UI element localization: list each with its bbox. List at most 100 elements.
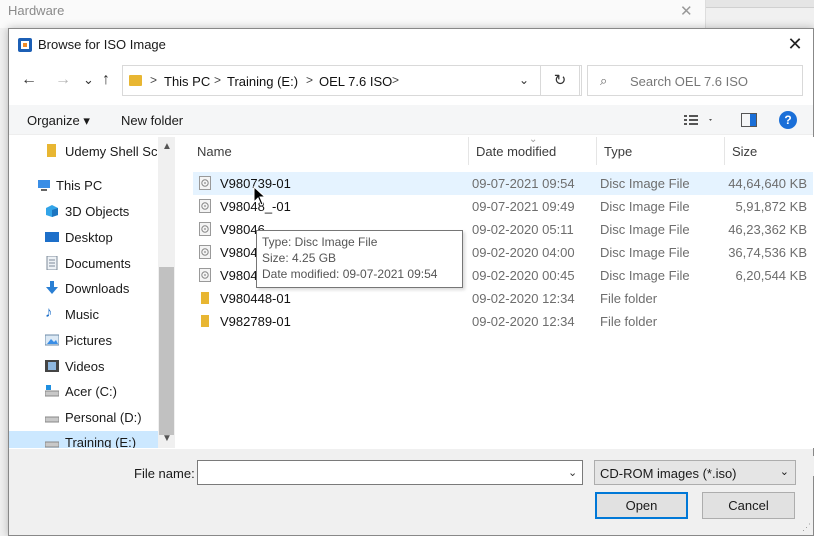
open-button[interactable]: Open	[595, 492, 688, 519]
breadcrumb-separator: >	[392, 73, 400, 87]
file-row[interactable]: V982789-01 09-02-2020 12:34 File folder	[193, 310, 813, 333]
recent-locations-icon[interactable]: ⌄	[83, 72, 94, 88]
preview-pane-icon[interactable]	[741, 113, 757, 127]
file-date: 09-02-2020 12:34	[472, 314, 575, 329]
chevron-down-icon[interactable]: ⌄	[568, 466, 577, 479]
pictures-icon	[45, 334, 59, 346]
sidebar-item-personal-d[interactable]: Personal (D:)	[9, 406, 159, 430]
file-type: File folder	[600, 314, 658, 329]
column-header-name[interactable]: Name	[189, 137, 469, 165]
command-bar: Organize ▾ New folder ?	[9, 105, 813, 135]
background-close-icon[interactable]: ✕	[680, 2, 693, 20]
resize-grip-icon[interactable]: ⋰	[802, 522, 811, 533]
file-name: V980448-01	[220, 291, 291, 306]
scroll-down-icon[interactable]: ▼	[162, 433, 172, 444]
sidebar-item-this-pc[interactable]: This PC	[9, 174, 159, 198]
file-row[interactable]: V980448-01 09-02-2020 12:34 File folder	[193, 287, 813, 310]
sort-chevron-icon: ⌄	[529, 134, 538, 145]
documents-icon	[46, 256, 58, 270]
sidebar-item-music[interactable]: ♪ Music	[9, 303, 159, 327]
column-header-size[interactable]: Size	[724, 137, 814, 165]
virtualbox-app-icon	[18, 38, 32, 52]
sidebar-item-downloads[interactable]: Downloads	[9, 277, 159, 301]
cancel-button[interactable]: Cancel	[702, 492, 795, 519]
breadcrumb-separator: >	[150, 73, 158, 87]
file-type: Disc Image File	[600, 199, 690, 214]
file-row[interactable]: V980739-01 09-07-2021 09:54 Disc Image F…	[193, 172, 813, 195]
column-header-type[interactable]: Type	[596, 137, 725, 165]
sidebar-item-desktop[interactable]: Desktop	[9, 226, 159, 250]
file-row[interactable]: V98048_-01 09-07-2021 09:49 Disc Image F…	[193, 195, 813, 218]
sidebar-item-videos[interactable]: Videos	[9, 355, 159, 379]
help-icon[interactable]: ?	[779, 111, 797, 129]
file-list: Name Date modified ⌄ Type Size V980739-0…	[181, 134, 814, 448]
file-date: 09-07-2021 09:54	[472, 176, 575, 191]
file-type: Disc Image File	[600, 176, 690, 191]
videos-icon	[45, 360, 59, 372]
disc-image-icon	[199, 222, 211, 236]
this-pc-icon	[38, 180, 50, 191]
file-name-label: File name:	[134, 466, 195, 481]
drive-icon	[45, 441, 59, 448]
file-date: 09-02-2020 12:34	[472, 291, 575, 306]
forward-arrow-icon[interactable]: →	[55, 71, 71, 89]
breadcrumb-separator: >	[306, 73, 314, 87]
breadcrumb-separator: >	[214, 73, 222, 87]
nav-pane-scroll-thumb[interactable]	[159, 267, 174, 435]
downloads-icon	[46, 281, 58, 294]
chevron-down-icon: ⌄	[779, 466, 789, 478]
music-icon: ♪	[45, 304, 53, 321]
title-bar: Browse for ISO Image ✕	[9, 29, 813, 60]
file-type-filter-value: CD-ROM images (*.iso)	[600, 466, 737, 481]
sidebar-item-label: Personal (D:)	[65, 410, 142, 425]
chevron-down-icon[interactable]: ⌄	[519, 73, 529, 87]
file-size: 5,91,872 KB	[735, 199, 807, 214]
background-window: Hardware ✕	[0, 0, 706, 28]
sidebar-item-udemy[interactable]: Udemy Shell Scri	[9, 140, 165, 164]
new-folder-button[interactable]: New folder	[121, 113, 183, 128]
sidebar-item-label: Acer (C:)	[65, 384, 117, 399]
sidebar-item-label: Documents	[65, 256, 131, 271]
address-bar[interactable]: > This PC > Training (E:) > OEL 7.6 ISO …	[122, 65, 582, 96]
drive-c-icon	[45, 385, 59, 397]
file-type: File folder	[600, 291, 658, 306]
file-type-filter[interactable]: CD-ROM images (*.iso) ⌄	[594, 460, 796, 485]
sidebar-item-3d-objects[interactable]: 3D Objects	[9, 200, 159, 224]
folder-icon	[201, 315, 209, 327]
sidebar-item-label: Music	[65, 307, 99, 322]
mouse-cursor-icon	[253, 186, 267, 206]
file-size: 36,74,536 KB	[728, 245, 807, 260]
organize-button[interactable]: Organize ▾	[27, 113, 90, 129]
sidebar-item-label: Desktop	[65, 230, 113, 245]
back-arrow-icon[interactable]: ←	[21, 71, 37, 89]
file-date: 09-02-2020 04:00	[472, 245, 575, 260]
tooltip-type: Type: Disc Image File	[262, 235, 378, 249]
scroll-up-icon[interactable]: ▲	[162, 141, 172, 152]
breadcrumb-this-pc[interactable]: This PC	[164, 74, 210, 89]
sidebar-item-acer-c[interactable]: Acer (C:)	[9, 380, 159, 404]
close-button[interactable]: ✕	[783, 33, 807, 55]
sidebar-item-documents[interactable]: Documents	[9, 252, 159, 276]
sidebar-item-label: Training (E:)	[65, 435, 137, 448]
sidebar-item-pictures[interactable]: Pictures	[9, 329, 159, 353]
navigation-bar: ← → ⌄ ↑ > This PC > Training (E:) > OEL …	[9, 63, 813, 97]
breadcrumb-training-e[interactable]: Training (E:)	[227, 74, 298, 89]
sidebar-item-training-e[interactable]: Training (E:)	[9, 431, 159, 448]
breadcrumb-oel-iso[interactable]: OEL 7.6 ISO	[319, 74, 392, 89]
tooltip-size: Size: 4.25 GB	[262, 251, 337, 265]
file-type: Disc Image File	[600, 222, 690, 237]
search-box[interactable]: ⌕ Search OEL 7.6 ISO	[587, 65, 803, 96]
refresh-button[interactable]: ↻	[540, 65, 580, 96]
sidebar-item-label: Videos	[65, 359, 105, 374]
sidebar-item-label: 3D Objects	[65, 204, 130, 219]
file-name-input[interactable]	[197, 460, 583, 485]
up-arrow-icon[interactable]: ↑	[102, 71, 110, 89]
view-options-icon[interactable]	[684, 114, 714, 126]
tooltip-date: Date modified: 09-07-2021 09:54	[262, 267, 438, 281]
folder-icon	[201, 292, 209, 304]
drive-icon	[45, 416, 59, 423]
background-window-title: Hardware	[8, 3, 65, 18]
file-type: Disc Image File	[600, 245, 690, 260]
navigation-pane: Udemy Shell Scri This PC 3D Objects Desk…	[9, 137, 175, 448]
file-tooltip: Type: Disc Image File Size: 4.25 GB Date…	[256, 230, 463, 288]
